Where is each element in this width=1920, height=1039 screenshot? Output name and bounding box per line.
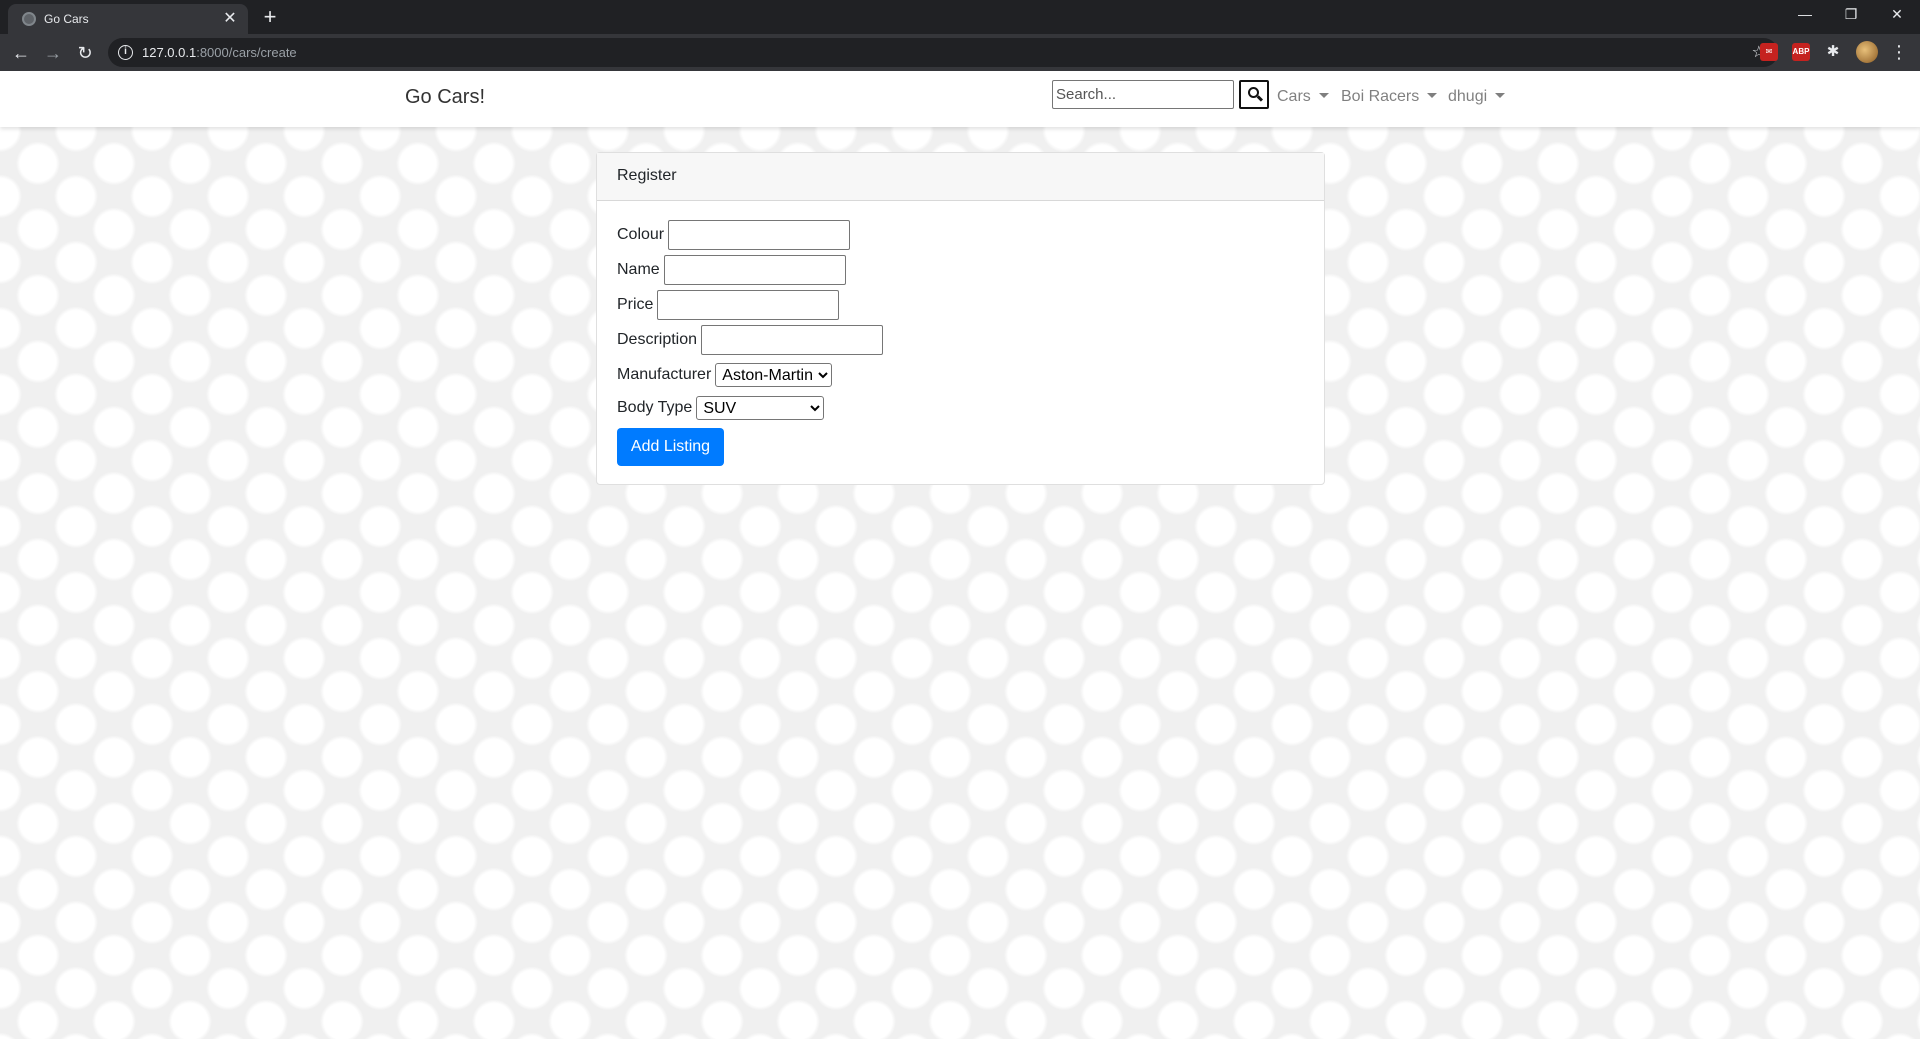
- close-tab-icon[interactable]: ✕: [220, 9, 240, 29]
- adblock-extension-icon[interactable]: ABP: [1792, 43, 1810, 61]
- more-menu-icon[interactable]: ⋮: [1890, 41, 1908, 63]
- description-row: Description: [617, 325, 884, 355]
- back-arrow-icon[interactable]: ←: [8, 40, 34, 66]
- add-listing-button[interactable]: Add Listing: [617, 428, 724, 466]
- caret-down-icon: [1318, 93, 1329, 98]
- name-row: Name: [617, 255, 846, 285]
- nav-dropdown-boi-racers[interactable]: Boi Racers: [1341, 88, 1438, 106]
- price-input[interactable]: [657, 290, 840, 320]
- forward-arrow-icon[interactable]: →: [40, 40, 66, 66]
- browser-toolbar: ← → ↻ i 127.0.0.1:8000/cars/create ☆ ✉ A…: [0, 34, 1920, 71]
- colour-label: Colour: [617, 226, 665, 243]
- url-text: 127.0.0.1:8000/cars/create: [142, 45, 297, 60]
- caret-down-icon: [1427, 93, 1438, 98]
- window-close-icon[interactable]: ✕: [1874, 0, 1920, 30]
- info-icon[interactable]: i: [118, 45, 133, 60]
- colour-input[interactable]: [668, 220, 851, 250]
- browser-tab-strip: Go Cars ✕ + — ❐ ✕: [0, 0, 1920, 34]
- mail-extension-icon[interactable]: ✉: [1760, 43, 1778, 61]
- manufacturer-label: Manufacturer: [617, 366, 712, 383]
- description-label: Description: [617, 331, 698, 348]
- page-viewport: Go Cars! Cars Boi Racers dhugi Register …: [0, 71, 1920, 1039]
- body-type-label: Body Type: [617, 399, 693, 416]
- manufacturer-select[interactable]: Aston-Martin: [715, 363, 833, 387]
- card-title: Register: [597, 153, 1324, 201]
- search-input[interactable]: [1052, 80, 1234, 109]
- name-input[interactable]: [663, 255, 846, 285]
- price-label: Price: [617, 296, 654, 313]
- restore-icon[interactable]: ❐: [1828, 0, 1874, 30]
- address-bar[interactable]: i 127.0.0.1:8000/cars/create ☆: [108, 38, 1778, 67]
- globe-icon: [22, 12, 36, 26]
- description-input[interactable]: [701, 325, 884, 355]
- price-row: Price: [617, 290, 840, 320]
- new-tab-button[interactable]: +: [258, 6, 282, 30]
- manufacturer-row: Manufacturer Aston-Martin: [617, 363, 833, 387]
- register-card: Register Colour Name Price Description M…: [596, 152, 1325, 485]
- reload-icon[interactable]: ↻: [72, 40, 98, 66]
- body-type-select[interactable]: SUV: [696, 396, 825, 420]
- tab-title: Go Cars: [44, 12, 89, 26]
- nav-dropdown-cars[interactable]: Cars: [1277, 88, 1329, 106]
- body-type-row: Body Type SUV: [617, 396, 825, 420]
- caret-down-icon: [1495, 93, 1506, 98]
- profile-avatar[interactable]: [1856, 41, 1878, 63]
- site-navbar: Go Cars! Cars Boi Racers dhugi: [0, 71, 1920, 127]
- search-button[interactable]: [1239, 80, 1269, 109]
- nav-dropdown-user[interactable]: dhugi: [1448, 88, 1506, 106]
- minimize-icon[interactable]: —: [1782, 0, 1828, 30]
- colour-row: Colour: [617, 220, 851, 250]
- browser-tab[interactable]: Go Cars ✕: [8, 4, 248, 34]
- site-brand[interactable]: Go Cars!: [405, 86, 485, 109]
- name-label: Name: [617, 261, 660, 278]
- puzzle-icon[interactable]: ✱: [1824, 43, 1842, 61]
